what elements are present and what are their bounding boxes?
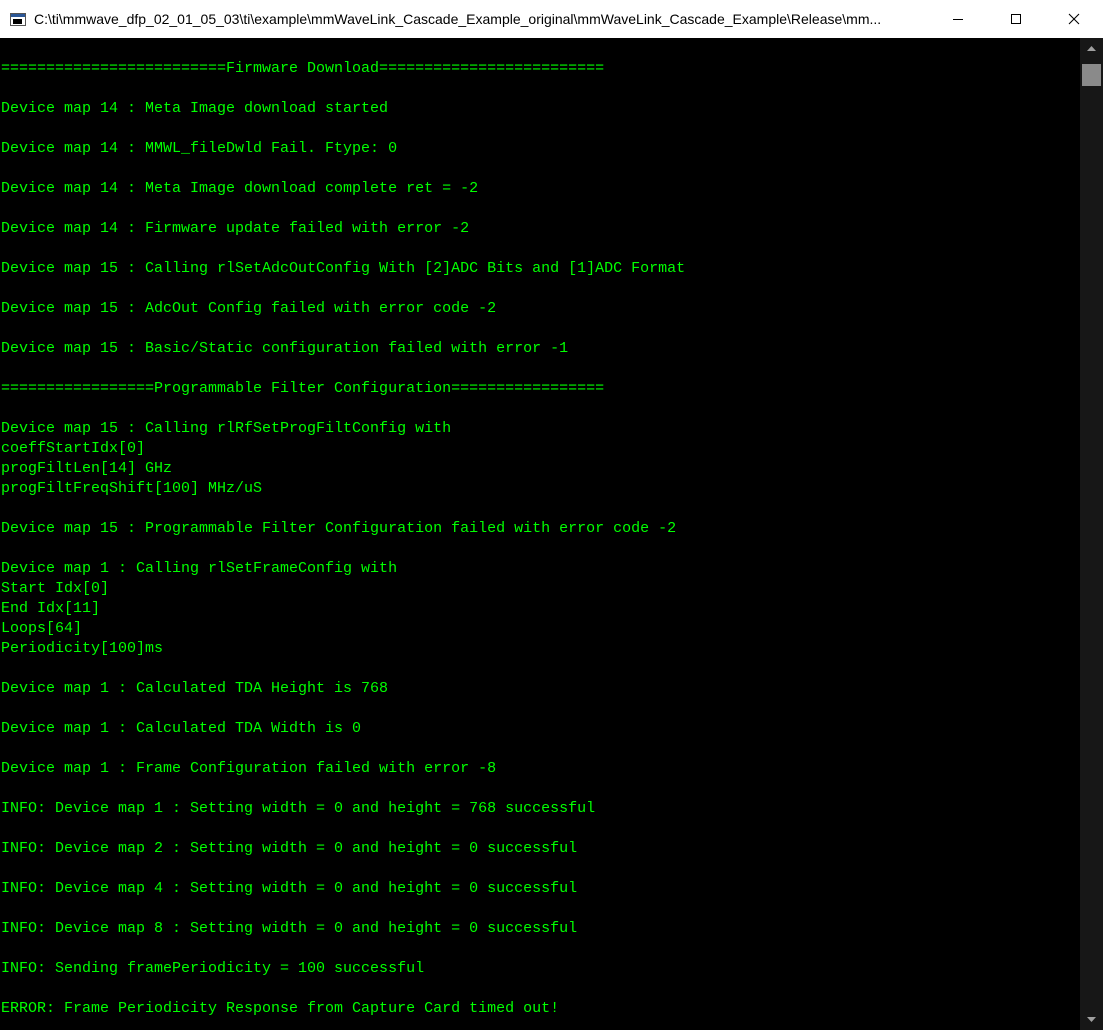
console-line: Device map 15 : AdcOut Config failed wit… xyxy=(1,300,497,317)
console-line: Device map 1 : Calling rlSetFrameConfig … xyxy=(1,560,398,577)
console-line: Loops[64] xyxy=(1,620,83,637)
close-button[interactable] xyxy=(1045,0,1103,38)
window-controls xyxy=(929,0,1103,38)
console-line: progFiltFreqShift[100] MHz/uS xyxy=(1,480,263,497)
console-line: Device map 15 : Programmable Filter Conf… xyxy=(1,520,677,537)
console-line: Device map 1 : Frame Configuration faile… xyxy=(1,760,497,777)
console-line: =========================Firmware Downlo… xyxy=(1,60,605,77)
console-line: coeffStartIdx[0] xyxy=(1,440,146,457)
console-line: INFO: Sending framePeriodicity = 100 suc… xyxy=(1,960,425,977)
console-line: Device map 14 : Firmware update failed w… xyxy=(1,220,470,237)
console-line: Device map 14 : MMWL_fileDwld Fail. Ftyp… xyxy=(1,140,398,157)
scroll-up-arrow-icon xyxy=(1087,46,1096,51)
console-line: Device map 15 : Calling rlSetAdcOutConfi… xyxy=(1,260,686,277)
scroll-up-button[interactable] xyxy=(1080,38,1103,58)
console-line: INFO: Device map 8 : Setting width = 0 a… xyxy=(1,920,578,937)
console-line: Device map 15 : Calling rlRfSetProgFiltC… xyxy=(1,420,452,437)
console-line: Device map 14 : Meta Image download comp… xyxy=(1,180,479,197)
console-line: End Idx[11] xyxy=(1,600,101,617)
console-line: ERROR: Frame Periodicity Response from C… xyxy=(1,1000,560,1017)
console-line: INFO: Device map 1 : Setting width = 0 a… xyxy=(1,800,596,817)
vertical-scrollbar[interactable] xyxy=(1080,38,1103,1030)
maximize-icon xyxy=(1011,14,1021,24)
console-line: Start Idx[0] xyxy=(1,580,110,597)
minimize-icon xyxy=(953,19,963,20)
scroll-thumb[interactable] xyxy=(1082,64,1101,86)
console-line: =================Programmable Filter Con… xyxy=(1,380,605,397)
scroll-down-button[interactable] xyxy=(1080,1010,1103,1030)
console-app-icon xyxy=(10,12,26,26)
window-title: C:\ti\mmwave_dfp_02_01_05_03\ti\example\… xyxy=(34,11,882,27)
console-line: Device map 14 : Meta Image download star… xyxy=(1,100,389,117)
console-line: Device map 15 : Basic/Static configurati… xyxy=(1,340,569,357)
title-bar[interactable]: C:\ti\mmwave_dfp_02_01_05_03\ti\example\… xyxy=(0,0,1103,38)
console-line: INFO: Device map 2 : Setting width = 0 a… xyxy=(1,840,578,857)
console-line: Device map 1 : Calculated TDA Width is 0 xyxy=(1,720,362,737)
console-window: C:\ti\mmwave_dfp_02_01_05_03\ti\example\… xyxy=(0,0,1103,1030)
console-line: Periodicity[100]ms xyxy=(1,640,164,657)
console-output[interactable]: =========================Firmware Downlo… xyxy=(0,38,1080,1030)
close-icon xyxy=(1068,13,1080,25)
maximize-button[interactable] xyxy=(987,0,1045,38)
console-line: Device map 1 : Calculated TDA Height is … xyxy=(1,680,389,697)
scroll-down-arrow-icon xyxy=(1087,1017,1096,1022)
console-line: INFO: Device map 4 : Setting width = 0 a… xyxy=(1,880,578,897)
console-line: progFiltLen[14] GHz xyxy=(1,460,173,477)
minimize-button[interactable] xyxy=(929,0,987,38)
